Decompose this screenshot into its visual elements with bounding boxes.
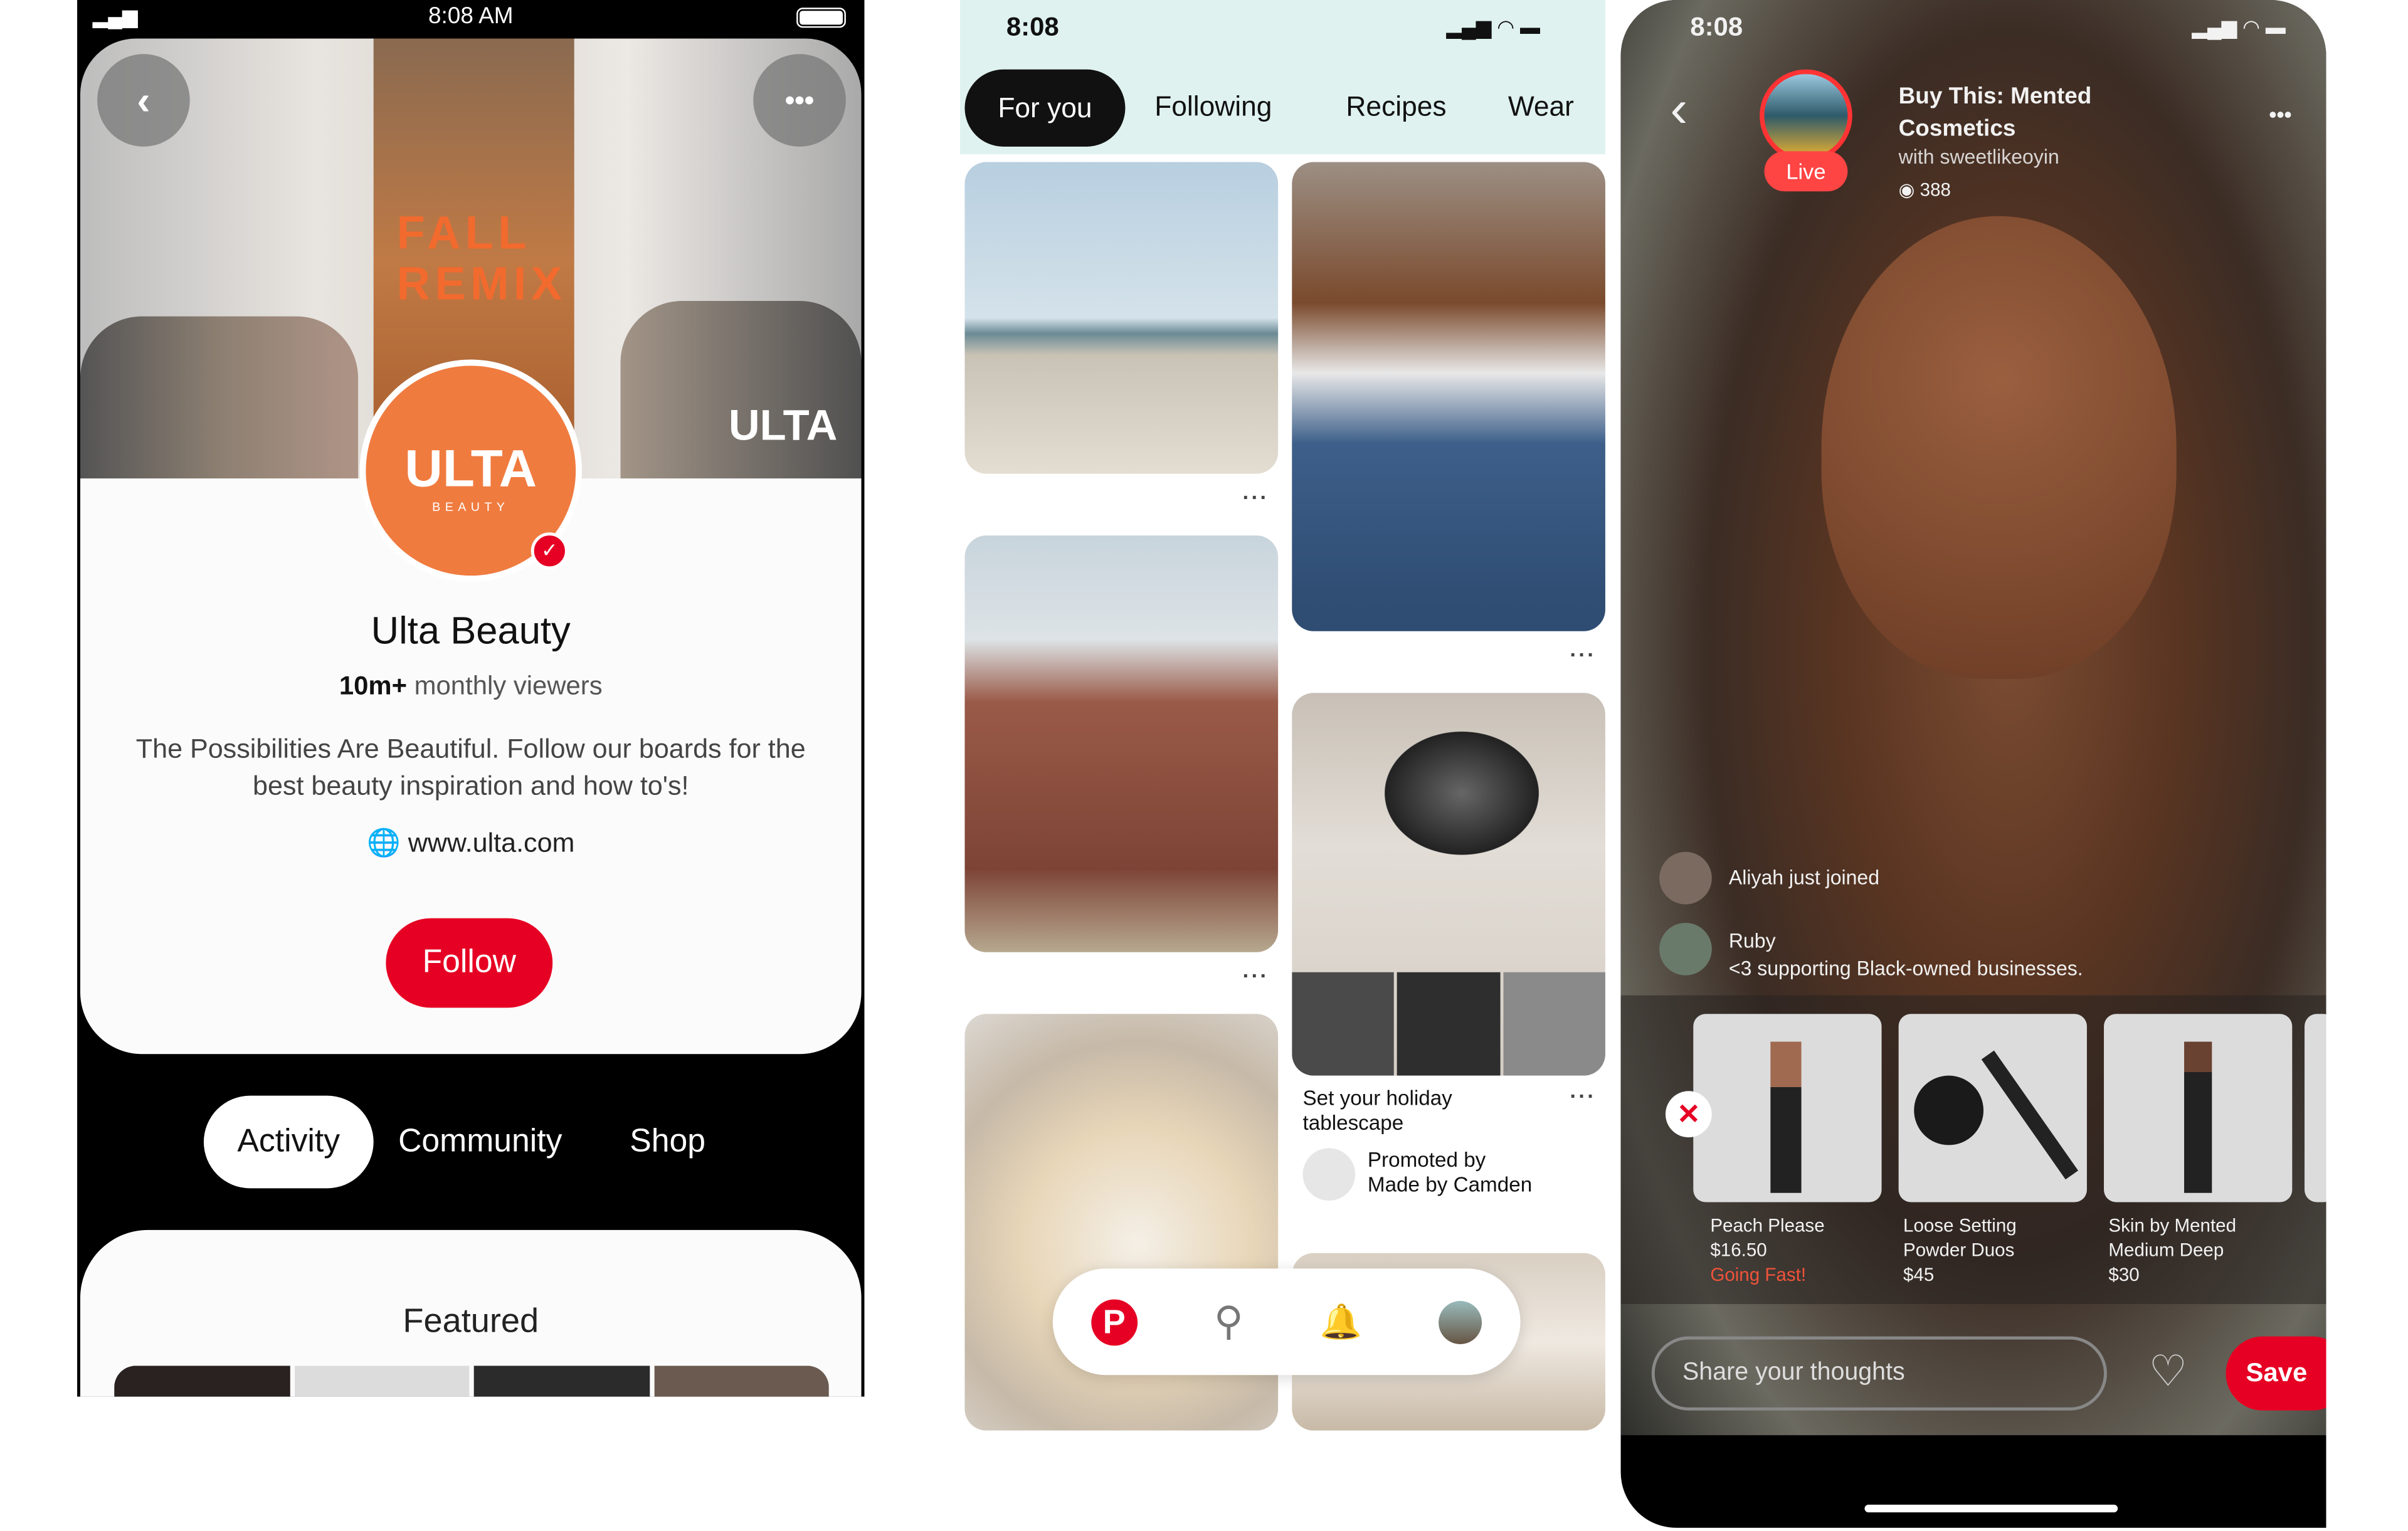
profile-avatar[interactable] xyxy=(1439,1300,1482,1344)
product-info[interactable]: Peach Please $16.50 Going Fast! xyxy=(1710,1213,1895,1287)
profile-description: The Possibilities Are Beautiful. Follow … xyxy=(135,733,806,801)
status-time: 8:08 xyxy=(1690,12,1743,42)
back-button[interactable]: ‹ xyxy=(1670,80,1687,140)
product-lipstick-image[interactable] xyxy=(1693,1014,1882,1202)
status-icons: ▂▄▆ ◠ ▬ xyxy=(2192,15,2286,39)
tab-following[interactable]: Following xyxy=(1154,91,1272,124)
battery-icon xyxy=(796,8,846,28)
verified-icon: ✓ xyxy=(531,532,568,570)
commenter-avatar xyxy=(1659,851,1712,905)
pin-tablescape[interactable] xyxy=(1292,693,1605,1076)
pin-title: Set your holiday tablescape xyxy=(1302,1086,1452,1135)
pinterest-icon[interactable]: P xyxy=(1090,1298,1138,1345)
pin-barn[interactable] xyxy=(964,535,1279,952)
advertiser-name: Made by Camden xyxy=(1367,1172,1533,1196)
live-badge: Live xyxy=(1764,151,1848,192)
home-feed-screen: 8:08 ▂▄▆ ◠ ▬ For you Following Recipes W… xyxy=(960,0,1605,1431)
featured-title: Featured xyxy=(403,1301,539,1340)
featured-section: Featured xyxy=(80,1229,862,1397)
more-options-button[interactable]: ••• xyxy=(753,54,846,147)
profile-name: Ulta Beauty xyxy=(371,609,571,653)
stream-title: Buy This: Mented Cosmetics xyxy=(1898,83,2092,142)
bell-icon[interactable]: 🔔 xyxy=(1320,1302,1362,1342)
product-info[interactable]: Skin by Mented Medium Deep $30 xyxy=(2108,1213,2286,1287)
hero-text: FALL xyxy=(396,208,531,260)
pin-fashion[interactable] xyxy=(1292,162,1605,631)
more-options-button[interactable]: ••• xyxy=(2269,102,2291,126)
tab-activity[interactable]: Activity xyxy=(203,1095,374,1189)
home-indicator xyxy=(1864,1504,2118,1513)
pin-options-icon[interactable]: ··· xyxy=(1570,1083,1596,1108)
close-products-icon[interactable]: ✕ xyxy=(1665,1091,1712,1138)
advertiser-avatar xyxy=(1302,1148,1356,1201)
hero-text: REMIX xyxy=(396,259,567,310)
follow-button[interactable]: Follow xyxy=(386,918,553,1008)
bottom-nav: P ⚲ 🔔 xyxy=(1052,1268,1521,1376)
product-info[interactable]: Loose Setting Powder Duos $45 xyxy=(1903,1213,2073,1287)
product-image[interactable] xyxy=(2305,1014,2326,1202)
comment-user: Ruby xyxy=(1728,929,1776,952)
tab-recipes[interactable]: Recipes xyxy=(1346,91,1446,124)
product-powder-image[interactable] xyxy=(1898,1014,2087,1202)
live-shopping-screen: 8:08 ▂▄▆ ◠ ▬ ‹ Live Buy This: Mented Cos… xyxy=(1620,0,2326,1528)
viewer-count: ◉ 388 xyxy=(1898,179,1951,201)
pin-beach[interactable] xyxy=(964,162,1279,474)
tab-shop[interactable]: Shop xyxy=(630,1123,705,1160)
featured-boards[interactable] xyxy=(114,1365,829,1397)
profile-screen: ▂▄▆ 8:08 AM FALL REMIX ULTA ‹ ••• Ulta B… xyxy=(77,0,865,1397)
tab-for-you[interactable]: For you xyxy=(964,69,1126,147)
host-name: with sweetlikeoyin xyxy=(1898,145,2059,169)
comment: Ruby <3 supporting Black-owned businesse… xyxy=(1729,927,2083,983)
status-time: 8:08 xyxy=(1006,12,1059,42)
viewer-count: 10m+ monthly viewers xyxy=(339,671,603,701)
pin-options-icon[interactable]: ··· xyxy=(1570,642,1596,666)
tab-community[interactable]: Community xyxy=(398,1123,562,1160)
status-icons: ▂▄▆ ◠ ▬ xyxy=(1446,15,1541,39)
pin-options-icon[interactable]: ··· xyxy=(1243,485,1269,509)
save-button[interactable]: Save xyxy=(2226,1336,2326,1411)
eye-icon: ◉ xyxy=(1898,179,1915,201)
comment-input[interactable]: Share your thoughts xyxy=(1651,1336,2107,1411)
globe-icon: 🌐 xyxy=(367,827,401,858)
comment-text: <3 supporting Black-owned businesses. xyxy=(1728,957,2083,981)
product-stick-image[interactable] xyxy=(2104,1014,2293,1202)
promoted-label: Promoted by Made by Camden xyxy=(1368,1148,1532,1197)
hero-logo: ULTA xyxy=(728,401,838,450)
back-button[interactable]: ‹ xyxy=(97,54,190,147)
website-link[interactable]: 🌐 www.ulta.com xyxy=(80,827,862,860)
tab-wear[interactable]: Wear xyxy=(1508,91,1574,124)
host-avatar[interactable] xyxy=(1760,69,1852,162)
commenter-avatar xyxy=(1659,922,1712,976)
pin-options-icon[interactable]: ··· xyxy=(1243,963,1269,987)
comment-text: Aliyah just joined xyxy=(1728,865,1880,889)
search-icon[interactable]: ⚲ xyxy=(1214,1298,1244,1345)
stock-note: Going Fast! xyxy=(1710,1263,1807,1286)
heart-icon[interactable]: ♡ xyxy=(2148,1345,2187,1396)
status-time: 8:08 AM xyxy=(428,3,514,29)
